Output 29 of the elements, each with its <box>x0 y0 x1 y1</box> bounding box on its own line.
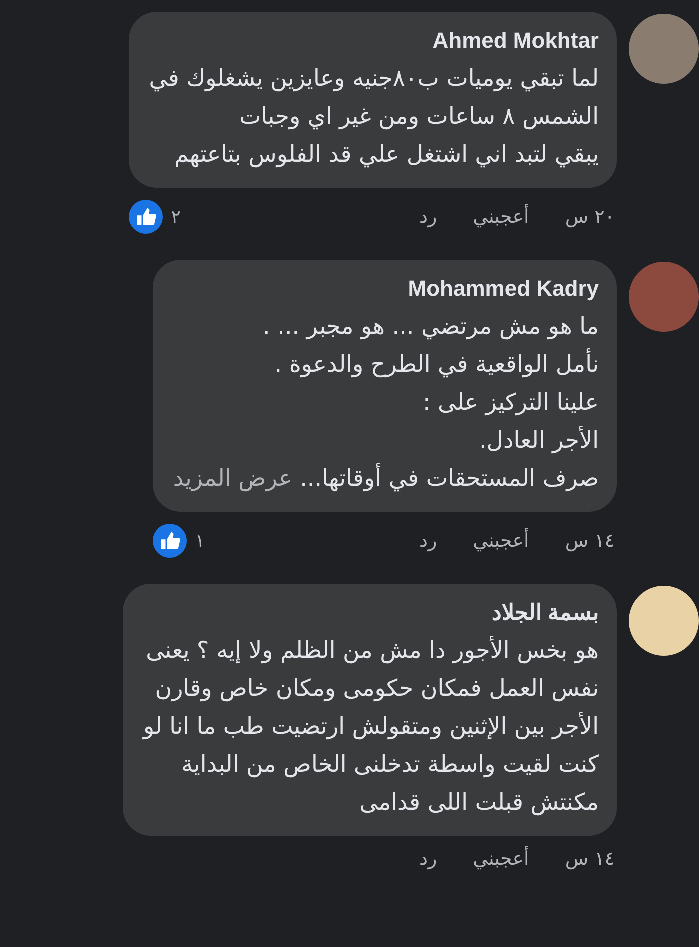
reply-link[interactable]: رد <box>420 848 438 870</box>
author-name[interactable]: بسمة الجلاد <box>143 598 599 628</box>
comment-text: الشمس ٨ ساعات ومن غير اي وجبات <box>238 103 599 132</box>
like-link[interactable]: أعجبني <box>473 206 530 228</box>
comment-text: كنت لقيت واسطة تدخلنى الخاص من البداية <box>180 751 599 780</box>
author-name[interactable]: Mohammed Kadry <box>173 274 599 304</box>
comment-text: الأجر العادل. <box>478 425 599 456</box>
comment-text: علينا التركيز على : <box>422 389 599 418</box>
comment-text: نأمل الواقعية في الطرح والدعوة . <box>173 346 599 384</box>
timestamp[interactable]: ١٤ س <box>565 530 615 552</box>
comment-text: هو بخس الأجور دا مش من الظلم ولا إيه ؟ يعنى <box>145 635 599 666</box>
like-icon <box>153 524 188 558</box>
reply-link[interactable]: رد <box>420 530 438 552</box>
timestamp[interactable]: ١٤ س <box>565 848 615 870</box>
comment-text: نفس العمل فمكان حكومى ومكان خاص وقارن <box>154 675 599 704</box>
comment-text: ما هو مش مرتضي ... هو مجبر ... . <box>262 313 599 342</box>
like-link[interactable]: أعجبني <box>473 848 530 870</box>
timestamp[interactable]: ٢٠ س <box>565 206 615 228</box>
like-icon <box>129 200 164 234</box>
comment-text: لما تبقي يوميات ب٨٠جنيه وعايزين يشغلوك في <box>149 65 599 94</box>
author-name[interactable]: Ahmed Mokhtar <box>149 26 599 56</box>
reply-link[interactable]: رد <box>420 206 438 228</box>
see-more-link[interactable]: عرض المزيد <box>173 466 293 492</box>
reaction-count: ٢ <box>171 206 181 228</box>
comment-text: يبقي لتبد اني اشتغل علي قد الفلوس بتاعتهم <box>174 141 599 170</box>
reaction-count: ١ <box>195 530 206 552</box>
comment-text: الأجر بين الإثنين ومتقولش ارتضيت طب ما انا لو <box>143 711 599 742</box>
like-link[interactable]: أعجبني <box>473 530 530 552</box>
comment-text: مكنتش قبلت اللى قدامى <box>358 789 599 818</box>
